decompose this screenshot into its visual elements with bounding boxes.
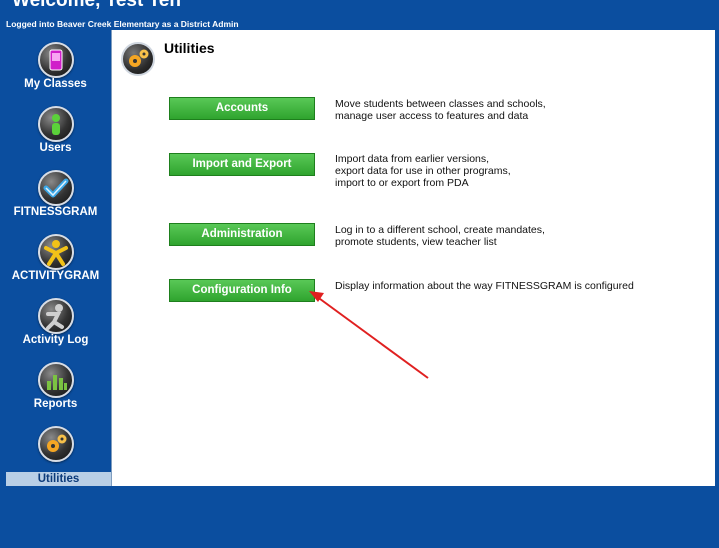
main-panel: Utilities Accounts Move students between… xyxy=(111,30,715,486)
app-window: Welcome, Test Teh Logged into Beaver Cre… xyxy=(0,0,719,548)
administration-button[interactable]: Administration xyxy=(169,223,315,246)
sidebar-item-reports[interactable]: Reports xyxy=(0,350,111,414)
import-export-button[interactable]: Import and Export xyxy=(169,153,315,176)
sidebar-item-utilities[interactable] xyxy=(0,414,111,478)
sidebar-item-label: Activity Log xyxy=(22,334,89,346)
sidebar-item-label: FITNESSGRAM xyxy=(13,206,98,218)
sidebar-item-fitnessgram[interactable]: FITNESSGRAM xyxy=(0,158,111,222)
gears-icon xyxy=(38,426,74,462)
sidebar-item-users[interactable]: Users xyxy=(0,94,111,158)
configuration-info-button[interactable]: Configuration Info xyxy=(169,279,315,302)
phone-icon xyxy=(38,42,74,78)
sidebar-item-activity-log[interactable]: Activity Log xyxy=(0,286,111,350)
sidebar-item-utilities-active[interactable]: Utilities xyxy=(6,472,111,486)
sidebar-item-label: My Classes xyxy=(24,78,87,90)
sidebar: My Classes Users FITNESSGRAM ACTIVITYGRA… xyxy=(0,30,111,486)
accounts-description: Move students between classes and school… xyxy=(335,98,546,122)
accounts-button[interactable]: Accounts xyxy=(169,97,315,120)
page-title: Utilities xyxy=(164,40,215,56)
sidebar-item-my-classes[interactable]: My Classes xyxy=(0,30,111,94)
sidebar-item-label: Utilities xyxy=(37,473,80,485)
person-icon xyxy=(38,106,74,142)
import-export-description: Import data from earlier versions, expor… xyxy=(335,153,511,189)
bar-chart-icon xyxy=(38,362,74,398)
login-status: Logged into Beaver Creek Elementary as a… xyxy=(6,19,239,29)
configuration-info-description: Display information about the way FITNES… xyxy=(335,280,634,292)
sidebar-item-label: ACTIVITYGRAM xyxy=(11,270,100,282)
gears-icon xyxy=(121,42,155,76)
welcome-heading: Welcome, Test Teh xyxy=(12,0,181,11)
runner-icon xyxy=(38,234,74,270)
sidebar-item-label: Reports xyxy=(33,398,78,410)
sidebar-item-label: Users xyxy=(39,142,72,154)
sidebar-item-activitygram[interactable]: ACTIVITYGRAM xyxy=(0,222,111,286)
runner-gray-icon xyxy=(38,298,74,334)
checkmark-icon xyxy=(38,170,74,206)
administration-description: Log in to a different school, create man… xyxy=(335,224,545,248)
